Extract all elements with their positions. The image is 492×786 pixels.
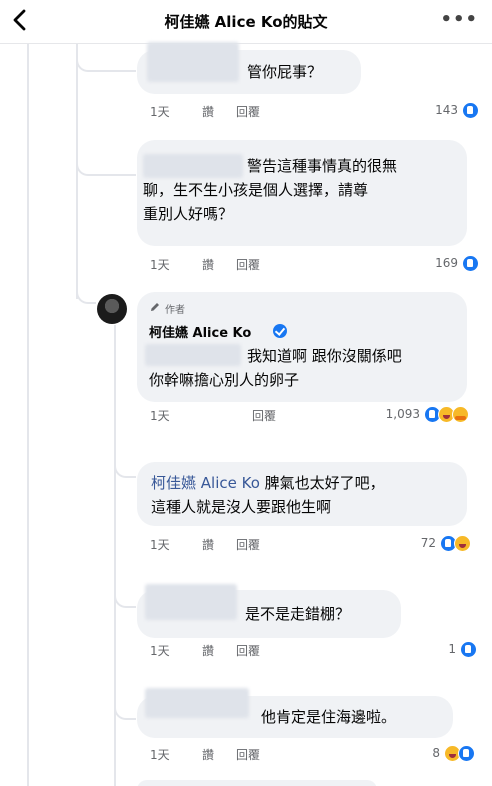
reply-link[interactable]: 回覆	[236, 103, 260, 120]
comment-text: 柯佳嬿 Alice Ko 脾氣也太好了吧，	[151, 472, 385, 494]
care-reaction-icon	[452, 406, 469, 423]
reply-link[interactable]: 回覆	[236, 746, 260, 763]
thread-connector	[76, 154, 136, 176]
like-link[interactable]: 讚	[202, 746, 214, 763]
comment-time: 1天	[150, 258, 170, 272]
comment-bubble[interactable]: 是不是走錯棚？	[137, 584, 401, 638]
comment-time: 1天	[150, 105, 170, 119]
comment-time: 1天	[150, 409, 170, 423]
top-bar: 柯佳嬿 Alice Ko的貼文 •••	[0, 0, 492, 44]
verified-badge-icon	[273, 324, 287, 338]
like-link[interactable]: 讚	[202, 103, 214, 120]
comment-text-continued: 脾氣也太好了吧，	[259, 474, 385, 492]
comment-actions: 1天 回覆	[150, 407, 350, 425]
comment-actions: 1天 讚 回覆	[150, 536, 350, 554]
author-avatar[interactable]	[97, 294, 127, 324]
thread-connector	[76, 282, 96, 304]
comment-text: 管你屁事？	[247, 63, 323, 81]
comment-text: 你幹嘛擔心別人的卵子	[149, 371, 300, 389]
reaction-count[interactable]: 1,093	[350, 407, 420, 421]
comment-text: 這種人就是沒人要跟他生啊	[151, 498, 332, 516]
author-tag: 作者	[165, 305, 185, 316]
thread-line	[114, 325, 116, 786]
reply-link[interactable]: 回覆	[236, 256, 260, 273]
reaction-count[interactable]: 169	[400, 256, 458, 270]
comment-actions: 1天 讚 回覆	[150, 103, 350, 121]
comment-actions: 1天 讚 回覆	[150, 746, 350, 764]
reaction-count[interactable]: 143	[400, 103, 458, 117]
comment-time: 1天	[150, 748, 170, 762]
comment-time: 1天	[150, 644, 170, 658]
more-options-icon[interactable]: •••	[440, 9, 478, 30]
comment-text: 他肯定是住海邊啦。	[261, 708, 397, 726]
comment-actions: 1天 讚 回覆	[150, 256, 350, 274]
page-title: 柯佳嬿 Alice Ko的貼文	[164, 13, 328, 31]
comment-bubble[interactable]: 作者 柯佳嬿 Alice Ko 我知道啊 跟你沒關係吧 你幹嘛擔心別人的卵子	[137, 292, 467, 402]
reaction-count[interactable]: 1	[420, 642, 456, 656]
reaction-count[interactable]: 72	[380, 536, 436, 550]
comment-bubble[interactable]: 柯佳嬿 Alice Ko 脾氣也太好了吧， 這種人就是沒人要跟他生啊	[137, 462, 467, 526]
thread-line	[27, 44, 29, 786]
like-link[interactable]: 讚	[202, 642, 214, 659]
comment-bubble[interactable]: 管你屁事？	[137, 42, 361, 94]
comment-text: 警告這種事情真的很無	[247, 157, 398, 175]
reply-link[interactable]: 回覆	[252, 407, 276, 424]
like-reaction-icon	[458, 745, 475, 762]
comment-text: 重別人好嗎？	[143, 205, 234, 223]
like-link[interactable]: 讚	[202, 256, 214, 273]
blurred-commenter-name	[147, 42, 239, 82]
thread-connector	[114, 442, 136, 478]
mention-link[interactable]: 柯佳嬿 Alice Ko	[151, 474, 260, 492]
like-reaction-icon	[460, 641, 477, 658]
comment-bubble[interactable]: 警告這種事情真的很無 聊，生不生小孩是個人選擇，請尊 重別人好嗎？	[137, 140, 467, 246]
blurred-commenter-name	[143, 154, 243, 178]
comment-text: 是不是走錯棚？	[245, 605, 351, 623]
commenter-name[interactable]: 柯佳嬿 Alice Ko	[149, 322, 251, 341]
pencil-icon	[151, 303, 159, 311]
reaction-count[interactable]: 8	[400, 746, 440, 760]
like-reaction-icon	[462, 255, 479, 272]
blurred-commenter-name	[145, 688, 249, 718]
thread-connector	[114, 572, 136, 608]
reply-link[interactable]: 回覆	[236, 642, 260, 659]
like-link[interactable]: 讚	[202, 536, 214, 553]
comment-text: 我知道啊 跟你沒關係吧	[247, 347, 402, 365]
haha-reaction-icon	[454, 535, 471, 552]
blurred-commenter-name	[145, 584, 237, 620]
blurred-commenter-name	[145, 344, 241, 366]
thread-connector	[114, 680, 136, 720]
comment-actions: 1天 讚 回覆	[150, 642, 350, 660]
comment-bubble-partial[interactable]	[137, 780, 377, 786]
reply-link[interactable]: 回覆	[236, 536, 260, 553]
comment-bubble[interactable]: 他肯定是住海邊啦。	[137, 688, 453, 738]
like-reaction-icon	[462, 102, 479, 119]
thread-connector	[76, 44, 136, 72]
comment-time: 1天	[150, 538, 170, 552]
comment-text: 聊，生不生小孩是個人選擇，請尊	[143, 181, 369, 199]
